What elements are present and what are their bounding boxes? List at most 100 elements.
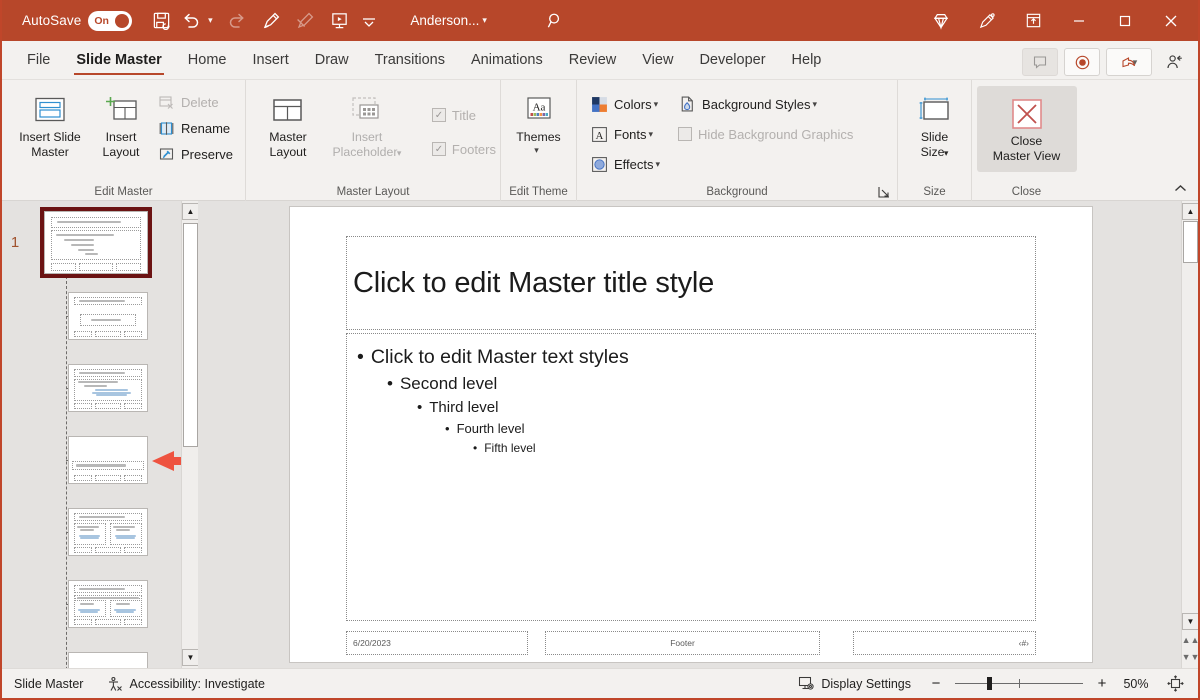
- thumbnail-row-layout-6[interactable]: [2, 652, 181, 668]
- maximize-button[interactable]: [1102, 0, 1148, 41]
- tab-label: Developer: [699, 52, 765, 68]
- tab-transitions[interactable]: Transitions: [362, 40, 458, 79]
- start-slideshow-icon[interactable]: [322, 5, 356, 37]
- tab-developer[interactable]: Developer: [686, 40, 778, 79]
- close-master-view-button[interactable]: Close Master View: [977, 86, 1077, 172]
- comments-icon[interactable]: [1022, 48, 1058, 76]
- slide-number-placeholder[interactable]: ‹#›: [853, 631, 1036, 655]
- scroll-up-button[interactable]: ▲: [1182, 203, 1198, 220]
- body-level-1-text: Click to edit Master text styles: [371, 346, 629, 369]
- next-slide-button[interactable]: ▼▼: [1183, 649, 1198, 664]
- share-button[interactable]: ▾: [1106, 48, 1152, 76]
- effects-button[interactable]: Effects ▾: [587, 149, 664, 179]
- insert-placeholder-button[interactable]: Insert Placeholder ▾: [322, 86, 412, 160]
- save-icon[interactable]: [144, 5, 178, 37]
- eraser-icon[interactable]: [288, 5, 322, 37]
- scroll-down-button[interactable]: ▼: [1182, 613, 1198, 630]
- autosave-toggle[interactable]: On: [88, 11, 132, 31]
- thumbnail-row-layout-2[interactable]: [2, 364, 181, 412]
- slide-thumbnail-pane[interactable]: 1: [2, 201, 198, 668]
- undo-dropdown-icon[interactable]: ▾: [204, 5, 220, 37]
- zoom-handle[interactable]: [987, 677, 992, 690]
- fonts-button[interactable]: A Fonts ▾: [587, 119, 664, 149]
- preserve-master-button[interactable]: Preserve: [154, 141, 237, 167]
- hide-background-graphics-checkbox[interactable]: Hide Background Graphics: [674, 119, 857, 149]
- master-layout-button[interactable]: Master Layout: [254, 86, 322, 160]
- tab-help[interactable]: Help: [779, 40, 835, 79]
- date-placeholder[interactable]: 6/20/2023: [346, 631, 528, 655]
- title-checkbox[interactable]: ✓ Title: [428, 98, 500, 132]
- slide-size-button[interactable]: Slide Size ▾: [898, 86, 971, 160]
- ink-pen-icon[interactable]: [254, 5, 288, 37]
- zoom-level[interactable]: 50%: [1115, 677, 1157, 691]
- body-placeholder[interactable]: • Click to edit Master text styles • Sec…: [346, 333, 1036, 621]
- display-settings-button[interactable]: Display Settings: [786, 672, 923, 696]
- designer-pen-icon[interactable]: [964, 0, 1010, 41]
- quick-access-toolbar: AutoSave On ▾: [2, 5, 573, 37]
- scrollbar-thumb[interactable]: [183, 223, 198, 447]
- thumbnail-slide-master[interactable]: [44, 211, 148, 274]
- search-icon[interactable]: [539, 5, 573, 37]
- thumbnail-layout[interactable]: [68, 292, 148, 340]
- redo-icon[interactable]: [220, 5, 254, 37]
- minimize-button[interactable]: [1056, 0, 1102, 41]
- colors-button[interactable]: Colors ▾: [587, 89, 664, 119]
- thumbnail-row-layout-4[interactable]: [2, 508, 181, 556]
- thumbnail-row-master[interactable]: 1: [2, 211, 181, 274]
- themes-button[interactable]: Aa Themes ▾: [501, 86, 576, 156]
- zoom-out-label: −: [932, 675, 941, 692]
- delete-master-button[interactable]: Delete: [154, 89, 237, 115]
- collapse-ribbon-icon[interactable]: [1170, 179, 1190, 197]
- powerpoint-window: AutoSave On ▾: [0, 0, 1200, 700]
- zoom-track[interactable]: [955, 683, 1083, 684]
- footer-placeholder[interactable]: Footer: [545, 631, 820, 655]
- insert-layout-button[interactable]: Insert Layout: [90, 86, 152, 160]
- tab-file[interactable]: File: [14, 40, 63, 79]
- record-icon[interactable]: [1064, 48, 1100, 76]
- diamond-icon[interactable]: [918, 0, 964, 41]
- previous-slide-button[interactable]: ▲▲: [1183, 632, 1198, 647]
- thumbnail-row-layout-1[interactable]: [2, 292, 181, 340]
- tab-home[interactable]: Home: [175, 40, 240, 79]
- button-label-line2: Placeholder ▾: [332, 145, 401, 160]
- thumbnail-layout[interactable]: [68, 436, 148, 484]
- view-name-label: Slide Master: [14, 677, 83, 691]
- tab-review[interactable]: Review: [556, 40, 630, 79]
- thumbnail-row-layout-5[interactable]: [2, 580, 181, 628]
- slide-master-editor[interactable]: Click to edit Master title style • Click…: [290, 207, 1092, 662]
- scroll-up-button[interactable]: ▲: [182, 203, 198, 220]
- tab-insert[interactable]: Insert: [239, 40, 301, 79]
- zoom-in-button[interactable]: +: [1091, 675, 1113, 692]
- fit-to-window-button[interactable]: [1159, 672, 1192, 696]
- background-styles-button[interactable]: Background Styles ▾: [674, 89, 857, 119]
- restore-window-icon[interactable]: [1010, 0, 1056, 41]
- insert-slide-master-button[interactable]: Insert Slide Master: [10, 86, 90, 160]
- scrollbar-thumb[interactable]: [1183, 221, 1198, 263]
- thumbnail-layout[interactable]: [68, 580, 148, 628]
- rename-master-button[interactable]: Rename: [154, 115, 237, 141]
- tab-animations[interactable]: Animations: [458, 40, 556, 79]
- autosave-state: On: [94, 15, 109, 27]
- background-dialog-launcher[interactable]: [876, 184, 892, 200]
- button-label-line1: Insert: [106, 130, 137, 145]
- thumbnail-layout[interactable]: [68, 364, 148, 412]
- title-placeholder[interactable]: Click to edit Master title style: [346, 236, 1036, 330]
- account-menu[interactable]: Anderson... ▾: [410, 13, 487, 28]
- scroll-down-button[interactable]: ▼: [182, 649, 198, 666]
- footers-checkbox[interactable]: ✓ Footers: [428, 132, 500, 166]
- zoom-slider[interactable]: [955, 683, 1083, 684]
- tab-draw[interactable]: Draw: [302, 40, 362, 79]
- tab-slide-master[interactable]: Slide Master: [63, 40, 174, 79]
- thumbnail-layout[interactable]: [68, 508, 148, 556]
- undo-icon[interactable]: [178, 5, 204, 37]
- close-button[interactable]: [1148, 0, 1194, 41]
- accessibility-status[interactable]: Accessibility: Investigate: [95, 672, 276, 696]
- slide-canvas[interactable]: Click to edit Master title style • Click…: [198, 201, 1198, 668]
- tab-view[interactable]: View: [629, 40, 686, 79]
- zoom-out-button[interactable]: −: [925, 675, 947, 692]
- add-collaborator-icon[interactable]: [1158, 48, 1190, 76]
- canvas-scrollbar[interactable]: ▲ ▼ ▲▲ ▼▼: [1181, 201, 1198, 668]
- thumbnail-scrollbar[interactable]: ▲ ▼: [181, 201, 198, 668]
- customize-quick-access-icon[interactable]: [356, 5, 382, 37]
- thumbnail-layout[interactable]: [68, 652, 148, 668]
